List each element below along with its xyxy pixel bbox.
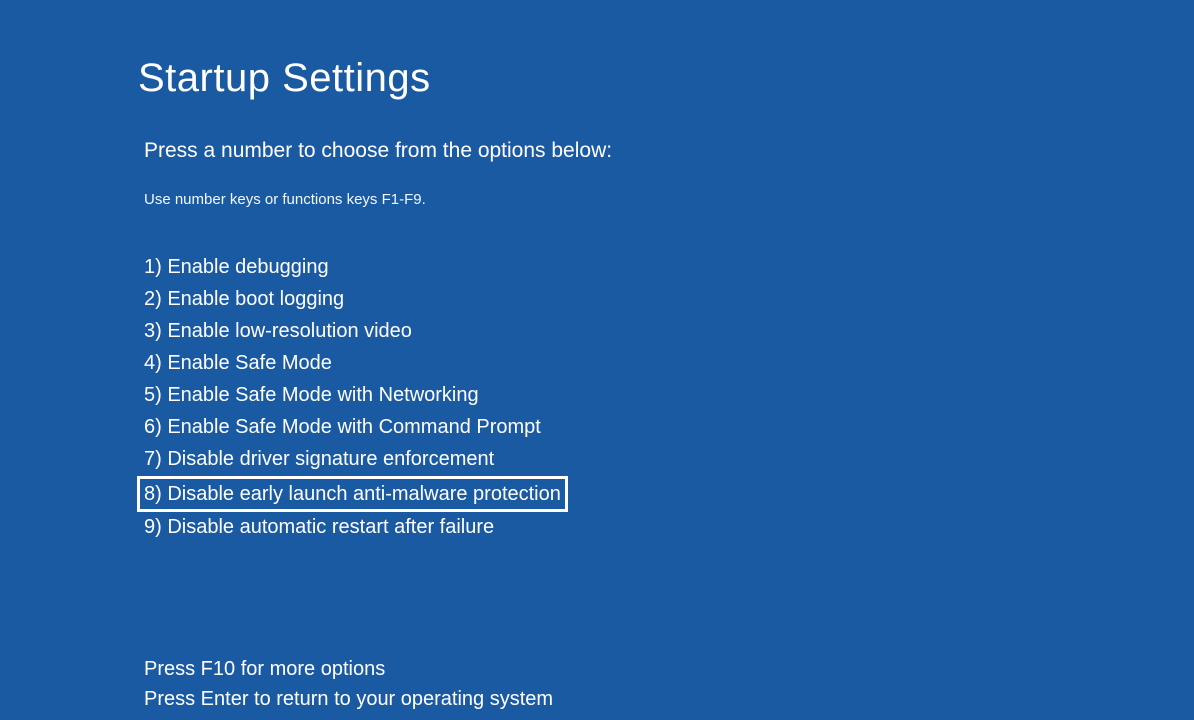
startup-settings-screen: Startup Settings Press a number to choos…: [0, 0, 1194, 714]
footer-return: Press Enter to return to your operating …: [144, 684, 1194, 714]
options-list: 1) Enable debugging 2) Enable boot loggi…: [138, 252, 1194, 544]
option-item-7[interactable]: 7) Disable driver signature enforcement: [144, 444, 494, 474]
footer-instructions: Press F10 for more options Press Enter t…: [138, 654, 1194, 714]
instruction-subtitle: Press a number to choose from the option…: [138, 139, 1194, 163]
footer-more-options: Press F10 for more options: [144, 654, 1194, 684]
option-item-1[interactable]: 1) Enable debugging: [144, 252, 329, 282]
option-item-6[interactable]: 6) Enable Safe Mode with Command Prompt: [144, 412, 541, 442]
option-item-5[interactable]: 5) Enable Safe Mode with Networking: [144, 380, 479, 410]
option-item-3[interactable]: 3) Enable low-resolution video: [144, 316, 412, 346]
option-item-2[interactable]: 2) Enable boot logging: [144, 284, 344, 314]
page-title: Startup Settings: [138, 56, 1194, 101]
instruction-hint: Use number keys or functions keys F1-F9.: [138, 191, 1194, 208]
option-item-4[interactable]: 4) Enable Safe Mode: [144, 348, 332, 378]
option-item-9[interactable]: 9) Disable automatic restart after failu…: [144, 512, 494, 542]
option-item-8[interactable]: 8) Disable early launch anti-malware pro…: [137, 476, 568, 512]
